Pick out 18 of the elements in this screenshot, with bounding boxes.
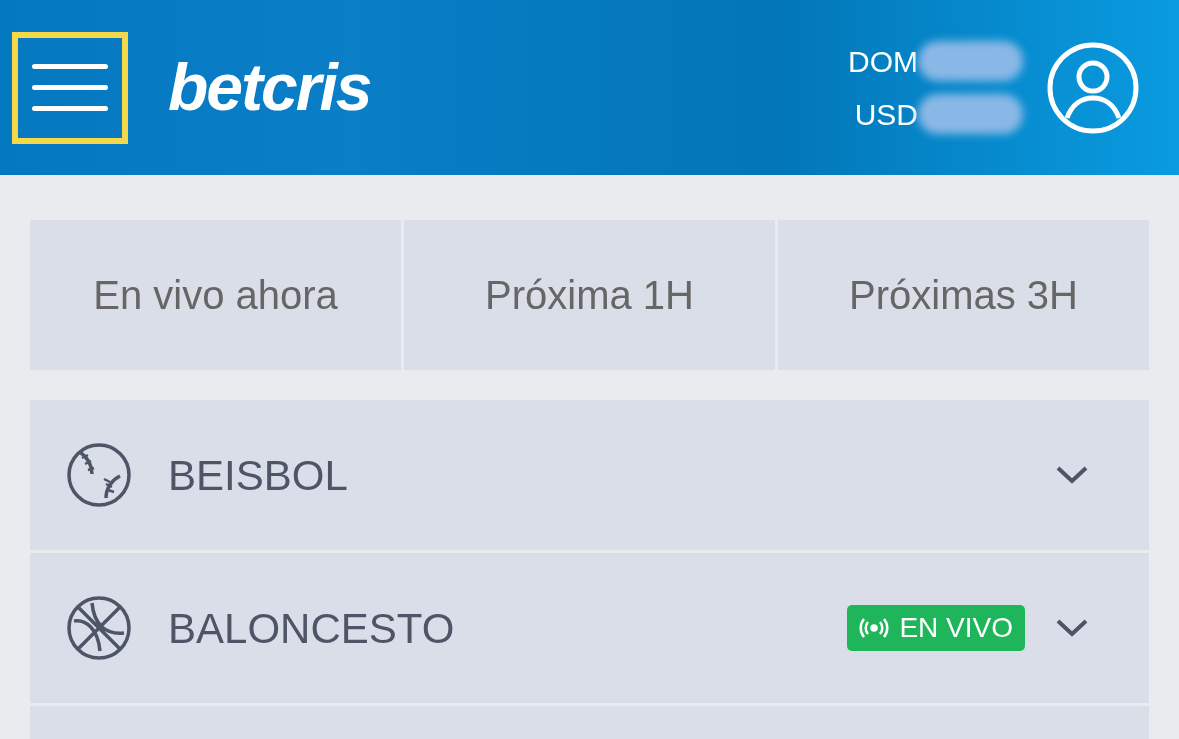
chevron-icon[interactable]: [1055, 465, 1089, 485]
sport-name: BEISBOL: [168, 450, 348, 501]
basketball-icon: [66, 595, 132, 661]
user-icon[interactable]: [1047, 41, 1139, 134]
menu-button[interactable]: [12, 31, 128, 144]
currency-label: USD: [854, 96, 918, 133]
baseball-icon: [66, 442, 132, 508]
filter-tab[interactable]: Próximas 3H: [778, 220, 1149, 370]
filter-tab[interactable]: Próxima 1H: [404, 220, 775, 370]
sport-row[interactable]: BALONCESTO EN VIVO: [30, 553, 1149, 703]
currency-label: DOM: [848, 43, 918, 80]
sport-row[interactable]: BEISBOL: [30, 400, 1149, 550]
broadcast-icon: [859, 618, 890, 638]
sport-name: BALONCESTO: [168, 603, 455, 654]
logo[interactable]: betcris: [168, 38, 371, 137]
filter-tab[interactable]: En vivo ahora: [30, 220, 401, 370]
chevron-icon[interactable]: [1055, 618, 1089, 638]
live-badge: EN VIVO: [847, 605, 1025, 651]
